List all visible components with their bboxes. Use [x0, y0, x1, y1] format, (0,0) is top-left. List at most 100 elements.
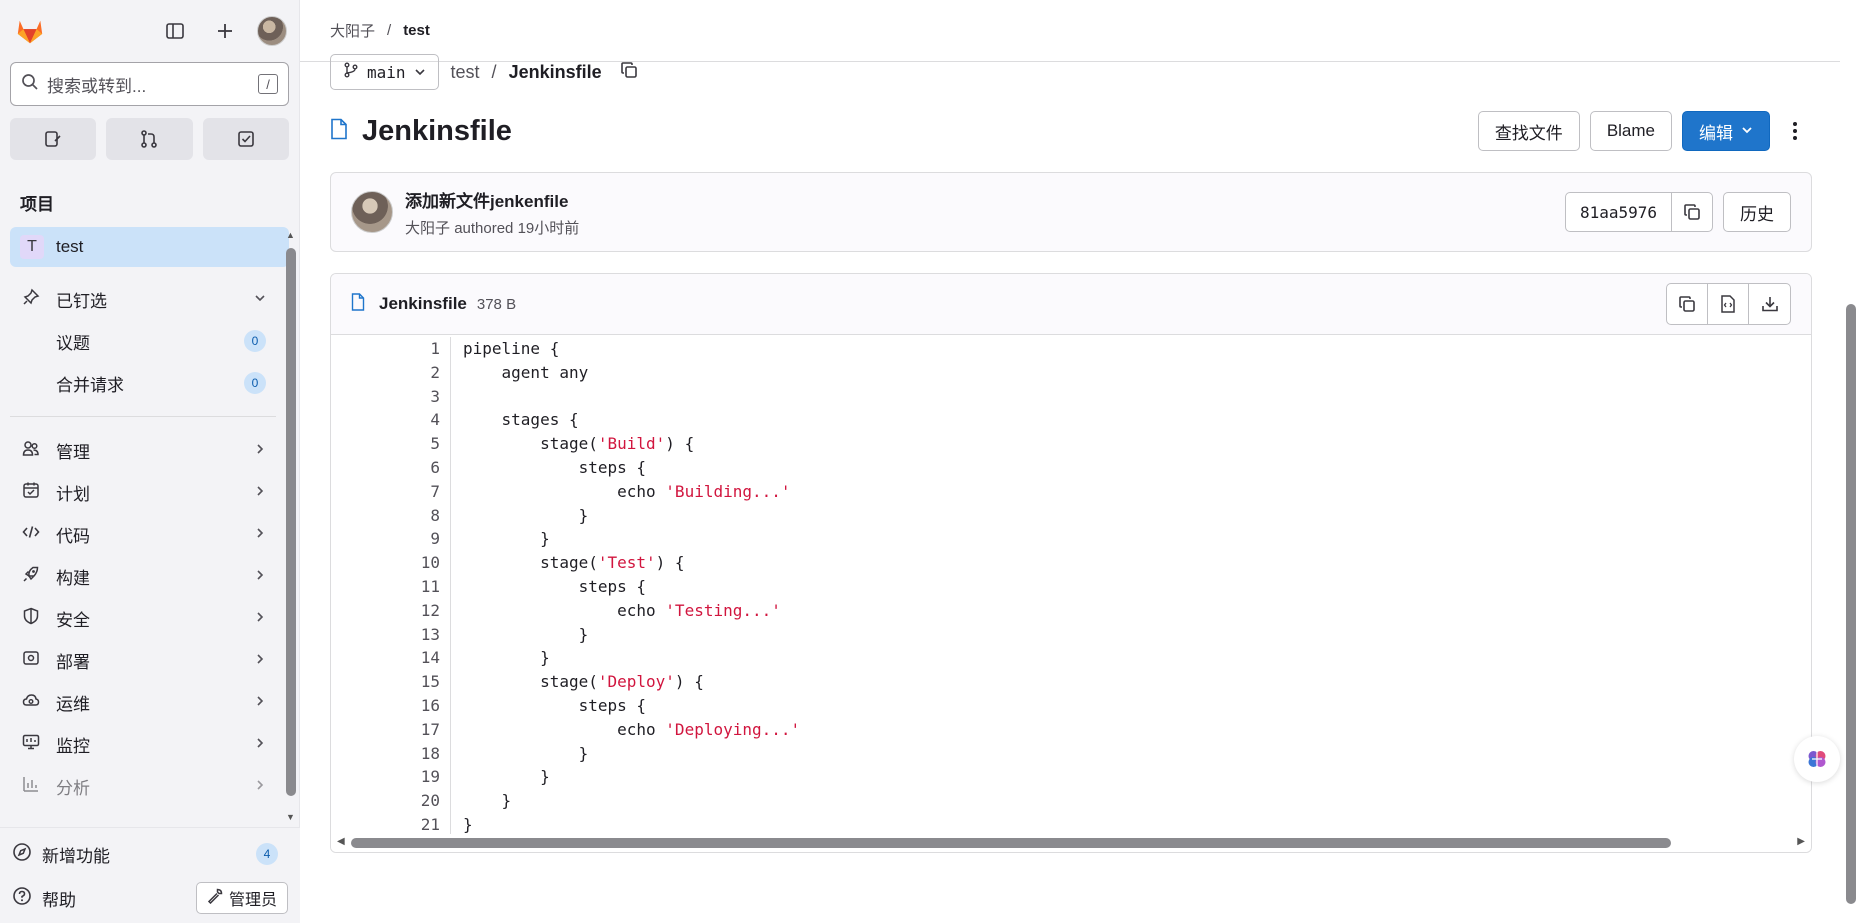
line-number[interactable]: 19 — [331, 765, 440, 789]
user-avatar[interactable] — [257, 16, 287, 46]
code-line: } — [463, 767, 550, 787]
copy-sha-icon[interactable] — [1672, 193, 1712, 231]
help-icon[interactable] — [12, 886, 32, 911]
scroll-left-arrow-icon[interactable]: ◀ — [337, 836, 345, 847]
scroll-right-arrow-icon[interactable]: ▶ — [1797, 836, 1805, 847]
main-content: 大阳子 / test main test / Jenkinsfile Jenki… — [300, 0, 1840, 923]
line-number[interactable]: 10 — [331, 551, 440, 575]
search-icon — [21, 73, 39, 96]
line-number[interactable]: 14 — [331, 646, 440, 670]
line-number[interactable]: 3 — [331, 385, 440, 409]
scrollbar-thumb[interactable] — [1846, 304, 1856, 904]
sidebar-item-build[interactable]: 构建 — [0, 555, 286, 597]
line-number[interactable]: 17 — [331, 718, 440, 742]
code-line: pipeline { — [463, 339, 560, 358]
sidebar-scrollbar[interactable]: ▲ ▼ — [284, 226, 298, 822]
commit-sha-link[interactable]: 81aa5976 — [1566, 193, 1672, 231]
code-line: stage('Build') { — [463, 434, 695, 454]
create-new-icon[interactable] — [207, 13, 243, 49]
line-number[interactable]: 15 — [331, 670, 440, 694]
sidebar-footer: 新增功能 4 帮助 管理员 — [0, 827, 300, 923]
string-literal: 'Deploying...' — [665, 719, 801, 739]
history-button[interactable]: 历史 — [1723, 192, 1791, 232]
code-block: 1 2 3 4 5 6 7 8 9 10 11 12 13 14 15 16 17 18 19 20 21 pipeli… — [331, 335, 1811, 837]
copy-contents-icon[interactable] — [1667, 284, 1708, 324]
line-number[interactable]: 20 — [331, 789, 440, 813]
chevron-right-icon — [254, 484, 266, 500]
sidebar-item-issues[interactable]: 议题 0 — [0, 320, 286, 362]
sidebar-item-secure[interactable]: 安全 — [0, 597, 286, 639]
whats-new-item[interactable]: 新增功能 4 — [0, 832, 300, 876]
line-number[interactable]: 1 — [331, 337, 440, 361]
search-input[interactable]: 搜索或转到... / — [10, 62, 289, 106]
sidebar-item-plan[interactable]: 计划 — [0, 471, 286, 513]
scroll-up-arrow-icon[interactable]: ▲ — [286, 230, 295, 240]
commit-authored-time: authored 19小时前 — [454, 219, 580, 237]
sidebar-item-label: 议题 — [56, 333, 90, 353]
gitlab-logo-icon[interactable] — [12, 13, 48, 49]
open-raw-icon[interactable] — [1708, 284, 1749, 324]
sidebar-item-manage[interactable]: 管理 — [0, 429, 286, 471]
line-number[interactable]: 12 — [331, 599, 440, 623]
sidebar-item-operate[interactable]: 运维 — [0, 681, 286, 723]
toggle-sidebar-icon[interactable] — [157, 13, 193, 49]
breadcrumb-user-link[interactable]: 大阳子 — [330, 20, 375, 41]
line-number[interactable]: 5 — [331, 432, 440, 456]
file-icon — [351, 292, 365, 316]
path-separator: / — [491, 61, 497, 82]
line-number[interactable]: 6 — [331, 456, 440, 480]
code-line: stage('Deploy') { — [463, 672, 704, 692]
sidebar-item-merge-requests[interactable]: 合并请求 0 — [0, 362, 286, 404]
download-icon[interactable] — [1749, 284, 1790, 324]
scrollbar-thumb[interactable] — [286, 248, 296, 796]
scrollbar-thumb[interactable] — [351, 838, 1671, 848]
commit-author-avatar[interactable] — [351, 191, 393, 233]
find-file-button[interactable]: 查找文件 — [1477, 111, 1580, 151]
line-number[interactable]: 11 — [331, 575, 440, 599]
admin-area-button[interactable]: 管理员 — [195, 882, 288, 914]
code-line: } — [463, 743, 589, 763]
line-number[interactable]: 2 — [331, 361, 440, 385]
line-number[interactable]: 7 — [331, 480, 440, 504]
sidebar-item-deploy[interactable]: 部署 — [0, 639, 286, 681]
line-number[interactable]: 4 — [331, 408, 440, 432]
file-actions — [1666, 283, 1791, 325]
duo-chat-icon[interactable] — [1794, 736, 1840, 782]
sidebar-item-code[interactable]: 代码 — [0, 513, 286, 555]
string-literal: 'Build' — [597, 434, 666, 454]
issues-shortcut-icon[interactable] — [10, 118, 97, 160]
copy-path-icon[interactable] — [620, 61, 638, 84]
path-dir-link[interactable]: test — [451, 62, 480, 83]
scroll-down-arrow-icon[interactable]: ▼ — [286, 812, 295, 822]
help-label[interactable]: 帮助 — [42, 886, 76, 911]
sidebar-item-label: 构建 — [56, 568, 90, 588]
line-number[interactable]: 18 — [331, 742, 440, 766]
commit-author-link[interactable]: 大阳子 — [405, 220, 450, 237]
sidebar-item-project[interactable]: T test — [10, 227, 289, 267]
merge-requests-shortcut-icon[interactable] — [106, 118, 193, 160]
users-icon — [20, 439, 42, 462]
page-scrollbar[interactable] — [1842, 0, 1860, 923]
todo-shortcut-icon[interactable] — [202, 118, 289, 160]
page-title: Jenkinsfile — [362, 114, 512, 147]
file-name: Jenkinsfile — [379, 294, 467, 313]
code-horizontal-scrollbar[interactable]: ◀ ▶ — [331, 834, 1811, 852]
commit-title-link[interactable]: 添加新文件jenkenfile — [405, 187, 579, 212]
code-line: steps { — [463, 457, 647, 477]
blame-button[interactable]: Blame — [1589, 111, 1672, 151]
sidebar-item-pinned[interactable]: 已钉选 — [0, 278, 286, 320]
code-line: } — [463, 529, 550, 549]
calendar-icon — [20, 481, 42, 504]
sidebar-item-analyze[interactable]: 分析 — [0, 765, 286, 807]
line-number[interactable]: 13 — [331, 623, 440, 647]
more-actions-icon[interactable] — [1780, 111, 1810, 151]
commit-meta: 大阳子 authored 19小时前 — [405, 217, 579, 238]
line-number[interactable]: 8 — [331, 504, 440, 528]
line-number[interactable]: 16 — [331, 694, 440, 718]
edit-dropdown-button[interactable]: 编辑 — [1682, 111, 1770, 151]
breadcrumb-project-link[interactable]: test — [403, 22, 430, 39]
branch-selector[interactable]: main — [330, 54, 439, 90]
sidebar-item-monitor[interactable]: 监控 — [0, 723, 286, 765]
last-commit-box: 添加新文件jenkenfile 大阳子 authored 19小时前 81aa5… — [330, 172, 1812, 252]
line-number[interactable]: 9 — [331, 527, 440, 551]
